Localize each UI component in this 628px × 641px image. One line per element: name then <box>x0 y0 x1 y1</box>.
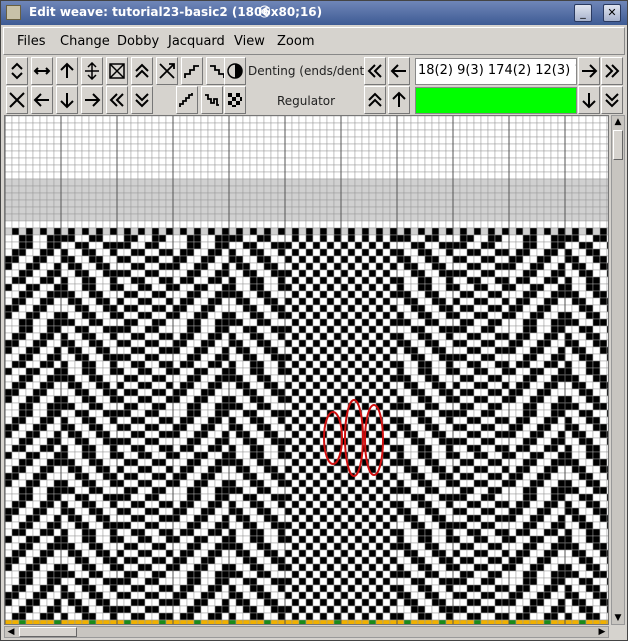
regulator-down-button[interactable] <box>578 86 600 114</box>
regulator-up-button[interactable] <box>388 86 410 114</box>
arrow-right-icon <box>85 93 101 107</box>
arrow-left-icon <box>390 64 406 78</box>
swap-vertical-button[interactable] <box>6 57 28 85</box>
close-button[interactable]: ✕ <box>603 4 621 22</box>
scroll-right-icon[interactable]: ▶ <box>596 626 608 638</box>
staircase-wave-button[interactable] <box>201 86 223 114</box>
mirror-vertical-icon <box>85 62 99 80</box>
swap-vertical-icon <box>11 62 23 80</box>
double-arrow-right-icon <box>605 64 620 78</box>
denting-input[interactable]: 18(2) 9(3) 174(2) 12(3) 126 <box>415 58 577 85</box>
staircase-up-icon <box>179 93 193 107</box>
invert-pattern-icon <box>109 63 125 79</box>
title-bar[interactable]: Edit weave: tutorial23-basic2 (1806x80;1… <box>1 1 627 25</box>
arrow-left-icon <box>33 93 49 107</box>
regulator-color-field[interactable] <box>415 87 577 114</box>
minimize-button[interactable]: _ <box>574 4 592 22</box>
clear-button[interactable] <box>6 86 28 114</box>
arrow-up-icon <box>60 62 74 78</box>
regulator-label: Regulator <box>277 94 336 108</box>
denting-left-button[interactable] <box>388 57 410 85</box>
menu-bar: Files Change Dobby Jacquard View Zoom <box>3 27 625 55</box>
menu-files[interactable]: Files <box>17 34 46 49</box>
double-arrow-left-icon <box>367 64 382 78</box>
denting-label: Denting (ends/dent) <box>248 64 369 78</box>
menu-dobby[interactable]: Dobby <box>117 34 159 49</box>
double-arrow-down-icon <box>605 93 619 108</box>
menu-change[interactable]: Change <box>60 34 110 49</box>
menu-jacquard[interactable]: Jacquard <box>168 34 225 49</box>
diagonal-cross-icon <box>159 63 175 79</box>
horizontal-scrollbar[interactable]: ◀ ▶ <box>4 626 609 638</box>
swap-horizontal-button[interactable] <box>31 57 53 85</box>
edit-weave-window: Edit weave: tutorial23-basic2 (1806x80;1… <box>0 0 628 641</box>
arrow-up-icon <box>392 91 406 107</box>
checker-pattern-button[interactable] <box>224 86 246 114</box>
mirror-vertical-button[interactable] <box>81 57 103 85</box>
shift-left-button[interactable] <box>31 86 53 114</box>
scroll-up-icon[interactable]: ▲ <box>612 116 624 128</box>
denting-double-left-button[interactable] <box>364 57 386 85</box>
menu-zoom[interactable]: Zoom <box>277 34 314 49</box>
double-arrow-down-icon <box>135 93 149 108</box>
horizontal-scroll-thumb[interactable] <box>19 627 77 637</box>
vertical-scroll-thumb[interactable] <box>613 130 623 160</box>
double-left-button[interactable] <box>106 86 128 114</box>
scroll-left-icon[interactable]: ◀ <box>5 626 17 638</box>
double-arrow-left-icon <box>109 93 124 107</box>
window-title: Edit weave: tutorial23-basic2 (1806x80;1… <box>29 5 323 19</box>
regulator-double-down-button[interactable] <box>601 86 623 114</box>
weave-canvas[interactable] <box>4 115 609 625</box>
denting-double-right-button[interactable] <box>601 57 623 85</box>
app-icon[interactable] <box>6 5 21 20</box>
invert-pattern-button[interactable] <box>106 57 128 85</box>
checker-pattern-icon <box>228 93 242 107</box>
swap-horizontal-icon <box>33 67 51 75</box>
diagonal-cross-button[interactable] <box>156 57 178 85</box>
double-arrow-up-button[interactable] <box>131 57 153 85</box>
weave-grid[interactable] <box>5 116 609 625</box>
double-down-button[interactable] <box>131 86 153 114</box>
scroll-down-icon[interactable]: ▼ <box>612 612 624 624</box>
double-arrow-up-icon <box>135 63 149 78</box>
step-up-button[interactable] <box>181 57 203 85</box>
arrow-up-button[interactable] <box>56 57 78 85</box>
half-fill-button[interactable] <box>224 57 246 85</box>
menu-view[interactable]: View <box>234 34 265 49</box>
regulator-double-up-button[interactable] <box>364 86 386 114</box>
half-fill-icon <box>227 63 243 79</box>
staircase-up-button[interactable] <box>176 86 198 114</box>
toolbar-row-1: Denting (ends/dent) 18(2) 9(3) 174(2) 12… <box>4 57 624 87</box>
arrow-right-icon <box>582 64 598 78</box>
toolbar-row-2: Regulator <box>4 86 624 116</box>
shift-down-button[interactable] <box>56 86 78 114</box>
shift-right-button[interactable] <box>81 86 103 114</box>
arrow-down-icon <box>60 93 74 109</box>
arrow-down-icon <box>582 93 596 109</box>
vertical-scrollbar[interactable]: ▲ ▼ <box>611 115 625 625</box>
step-up-icon <box>184 65 199 78</box>
double-arrow-up-icon <box>368 92 382 107</box>
denting-right-button[interactable] <box>578 57 600 85</box>
spiral-icon: @ <box>258 4 271 19</box>
staircase-wave-icon <box>205 94 219 106</box>
clear-icon <box>9 92 25 108</box>
